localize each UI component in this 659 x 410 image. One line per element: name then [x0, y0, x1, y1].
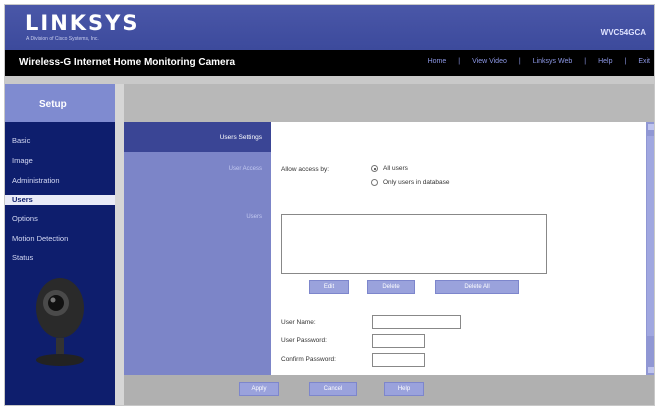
- sidebar-item-administration[interactable]: Administration: [12, 176, 60, 185]
- sidebar-item-options[interactable]: Options: [12, 214, 38, 223]
- nav-home-link[interactable]: Home: [428, 58, 447, 65]
- main-area: Users Settings User Access Users Allow a…: [124, 84, 654, 405]
- sidebar-item-status[interactable]: Status: [12, 253, 33, 262]
- nav-linksys-web-link[interactable]: Linksys Web: [533, 58, 573, 65]
- sidebar-item-basic[interactable]: Basic: [12, 136, 30, 145]
- section-title: Users Settings: [219, 134, 262, 141]
- footer-bar: Apply Cancel Help: [124, 375, 654, 405]
- nav-separator: |: [518, 58, 521, 65]
- nav-exit-link[interactable]: Exit: [638, 58, 650, 65]
- nav-separator: |: [624, 58, 627, 65]
- scroll-up-arrow-icon[interactable]: [648, 124, 654, 130]
- apply-button[interactable]: Apply: [239, 382, 279, 396]
- user-list-box[interactable]: [281, 214, 547, 274]
- sidebar-gap: [115, 84, 124, 405]
- scroll-down-arrow-icon[interactable]: [648, 367, 654, 373]
- help-button[interactable]: Help: [384, 382, 424, 396]
- product-title: Wireless-G Internet Home Monitoring Came…: [19, 57, 236, 68]
- scrollbar-thumb[interactable]: [647, 136, 654, 336]
- nav-separator: |: [458, 58, 461, 65]
- username-label: User Name:: [281, 319, 316, 326]
- password-input[interactable]: [372, 334, 425, 348]
- section-labels: Users Settings User Access Users: [124, 122, 271, 375]
- settings-form: Allow access by: All users Only users in…: [271, 122, 646, 375]
- model-number: WVC54GCA: [600, 28, 646, 37]
- linksys-logo: LINKSYS: [25, 11, 140, 35]
- radio-button-checked-icon[interactable]: [371, 165, 378, 172]
- delete-button[interactable]: Delete: [367, 280, 415, 294]
- top-nav: Wireless-G Internet Home Monitoring Came…: [5, 50, 654, 76]
- logo-tagline: A Division of Cisco Systems, Inc.: [26, 36, 99, 42]
- edit-button[interactable]: Edit: [309, 280, 349, 294]
- camera-image: [36, 278, 84, 366]
- row-label-users: Users: [246, 214, 262, 220]
- sidebar: Setup Basic Image Administration Users O…: [5, 84, 115, 405]
- radio-all-users[interactable]: All users: [371, 165, 408, 172]
- username-input[interactable]: [372, 315, 461, 329]
- allow-access-label: Allow access by:: [281, 166, 330, 173]
- sidebar-title-text: Setup: [39, 99, 67, 110]
- sidebar-title: Setup: [5, 84, 115, 122]
- radio-users-in-database[interactable]: Only users in database: [371, 179, 449, 186]
- confirm-password-input[interactable]: [372, 353, 425, 367]
- confirm-password-label: Confirm Password:: [281, 356, 336, 363]
- radio-all-users-label: All users: [383, 165, 408, 172]
- password-label: User Password:: [281, 337, 327, 344]
- radio-users-in-database-label: Only users in database: [383, 179, 450, 186]
- section-title-bar: Users Settings: [124, 122, 271, 152]
- main-header-band: [124, 84, 654, 122]
- vertical-scrollbar[interactable]: [646, 122, 654, 375]
- nav-links: Home | View Video | Linksys Web | Help |…: [428, 58, 650, 65]
- browser-page: LINKSYS A Division of Cisco Systems, Inc…: [4, 4, 655, 406]
- sidebar-item-motion-detection[interactable]: Motion Detection: [12, 234, 68, 243]
- header-divider: [5, 76, 654, 84]
- radio-button-icon[interactable]: [371, 179, 378, 186]
- nav-separator: |: [584, 58, 587, 65]
- sidebar-item-image[interactable]: Image: [12, 156, 33, 165]
- header: LINKSYS A Division of Cisco Systems, Inc…: [5, 5, 654, 50]
- cancel-button[interactable]: Cancel: [309, 382, 357, 396]
- row-label-user-access: User Access: [228, 166, 262, 172]
- sidebar-item-users[interactable]: Users: [5, 195, 115, 205]
- nav-help-link[interactable]: Help: [598, 58, 612, 65]
- delete-all-button[interactable]: Delete All: [435, 280, 519, 294]
- nav-view-video-link[interactable]: View Video: [472, 58, 507, 65]
